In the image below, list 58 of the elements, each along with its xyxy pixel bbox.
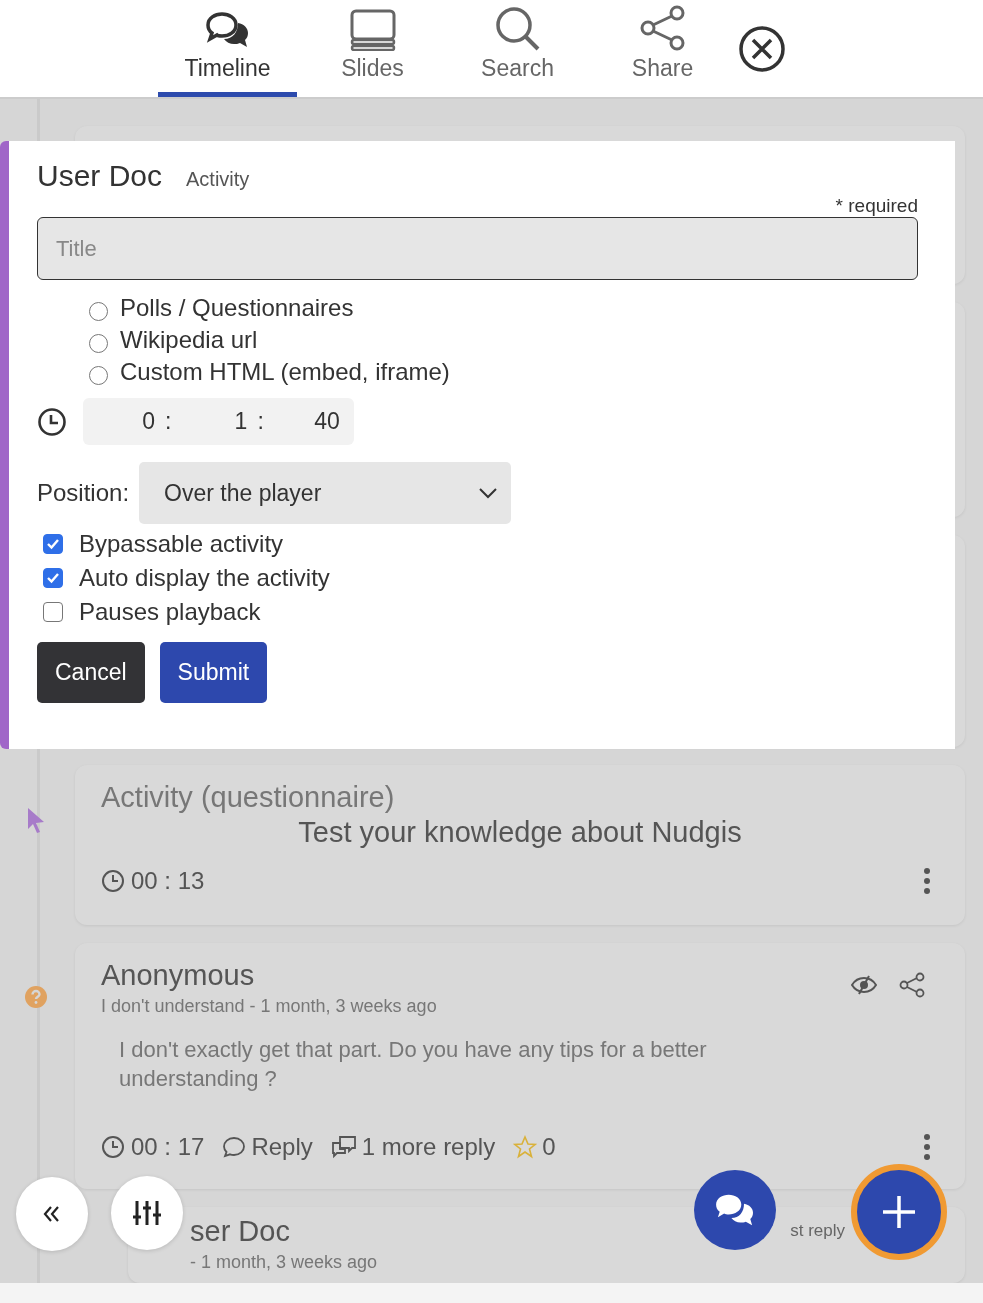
activity-heading: Activity (questionnaire) [101, 781, 396, 814]
like-button[interactable]: 0 [513, 1133, 556, 1161]
comment-text: I don't exactly get that part. Do you have any tips for a better understanding ? [119, 1036, 708, 1093]
clock-icon [37, 406, 67, 437]
form-title: User Doc [37, 159, 163, 193]
time-field[interactable]: 0 [123, 408, 155, 435]
submit-button[interactable]: Submit [159, 642, 268, 703]
checkbox-label: Pauses playback [79, 598, 261, 626]
plus-icon [881, 1194, 917, 1230]
comment-meta: - 1 month, 3 weeks ago [190, 1252, 378, 1273]
form-subtitle: Activity [186, 168, 250, 191]
required-note: * required [834, 195, 918, 217]
double-chevron-left-icon [42, 1205, 62, 1223]
timestamp: 00 : 17 [131, 1133, 205, 1161]
activity-title: Test your knowledge about Nudgis [297, 816, 743, 849]
radio-label: Polls / Questionnaires [120, 294, 354, 322]
time-field[interactable]: 1 [215, 408, 248, 435]
checkbox[interactable] [43, 602, 63, 622]
reply-button[interactable]: Reply [222, 1133, 313, 1161]
search-icon [493, 5, 542, 51]
checkbox-label: Auto display the activity [79, 564, 330, 592]
close-button[interactable] [738, 25, 786, 73]
eye-slash-icon[interactable] [851, 975, 877, 995]
clock-icon [101, 869, 125, 893]
sliders-icon [132, 1198, 162, 1228]
star-icon [513, 1135, 538, 1159]
title-field[interactable]: Title [37, 217, 918, 280]
timestamp: 00 : 13 [131, 867, 205, 895]
clock-icon [101, 1135, 125, 1159]
time-field[interactable]: 40 [307, 408, 340, 435]
two-bubbles-icon [330, 1135, 357, 1159]
speech-bubble-icon [222, 1135, 247, 1159]
time-separator: : [165, 408, 172, 435]
comment-meta: I don't understand - 1 month, 3 weeks ago [101, 996, 437, 1017]
nav-tab[interactable]: Search [448, 0, 587, 97]
nav-tab[interactable]: Slides [303, 0, 442, 97]
more-options-icon[interactable] [923, 1134, 931, 1160]
position-select[interactable]: Over the player [139, 462, 512, 524]
time-separator: : [257, 408, 264, 435]
checkbox[interactable] [43, 568, 63, 588]
pointer-icon [27, 807, 45, 833]
checkbox-label: Bypassable activity [79, 530, 284, 558]
stacked-slides-icon [348, 9, 397, 51]
more-options-icon[interactable] [923, 868, 931, 894]
nav-tab[interactable]: Share [593, 0, 732, 97]
cancel-button[interactable]: Cancel [37, 642, 145, 703]
chevron-down-icon [479, 487, 498, 499]
radio-label: Custom HTML (embed, iframe) [120, 358, 450, 386]
share-icon [638, 5, 687, 51]
position-label: Position: [37, 479, 130, 507]
comment-author: ser Doc [190, 1215, 291, 1248]
more-replies-button[interactable]: 1 more reply [330, 1133, 496, 1161]
nav-tab[interactable]: Timeline [158, 0, 297, 97]
share-icon[interactable] [899, 972, 925, 998]
checkbox[interactable] [43, 534, 63, 554]
last-reply-text: st reply [790, 1221, 845, 1241]
radio-label: Wikipedia url [120, 326, 258, 354]
comment-author: Anonymous [101, 959, 256, 992]
